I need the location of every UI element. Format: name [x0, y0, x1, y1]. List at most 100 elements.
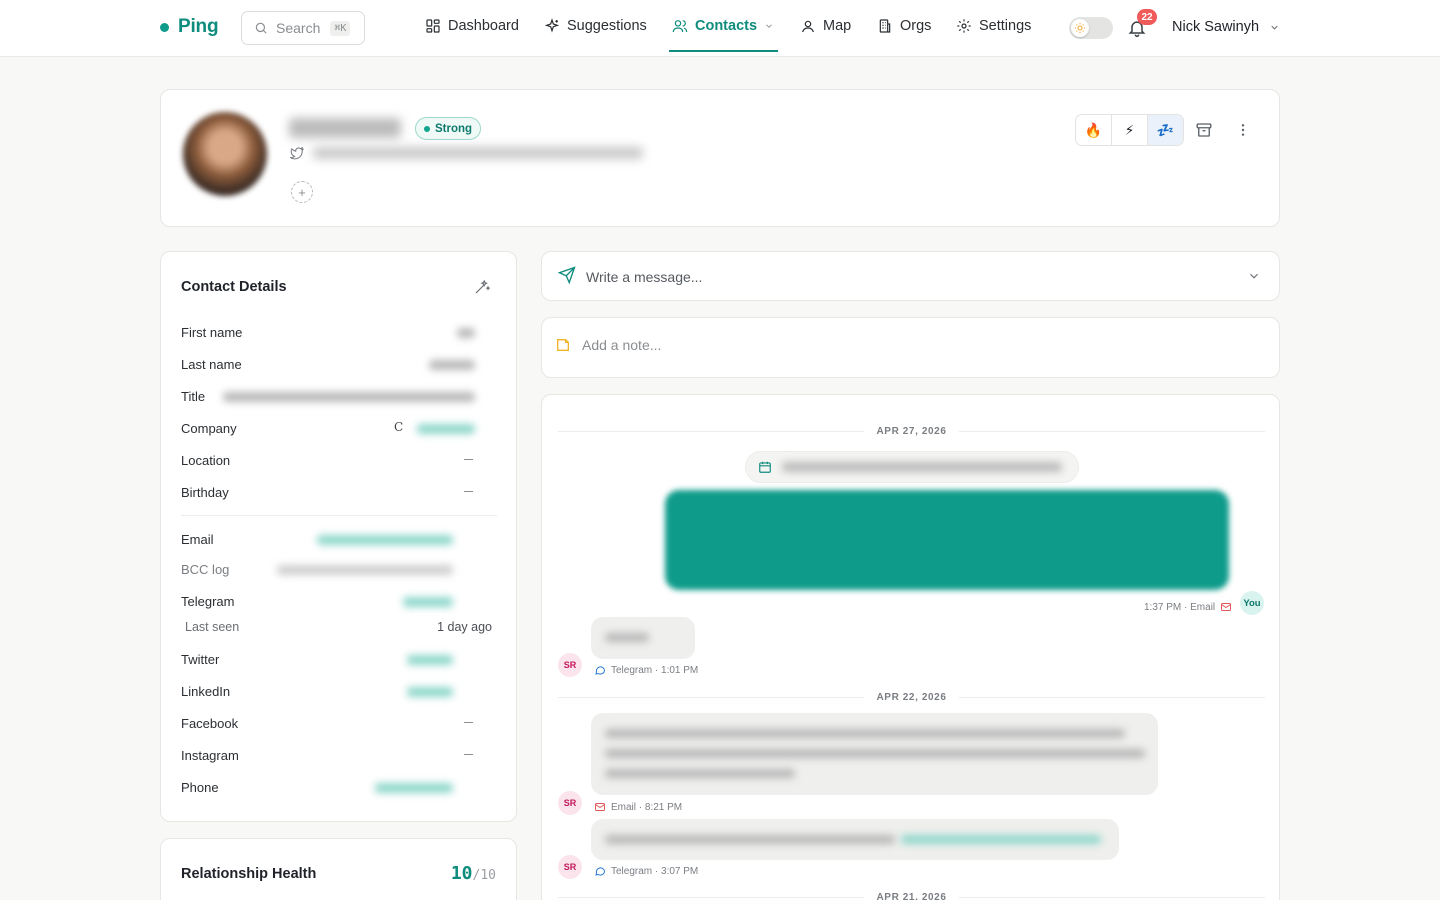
nav-suggestions[interactable]: Suggestions: [544, 18, 647, 34]
message-composer[interactable]: Write a message...: [541, 251, 1280, 301]
email-label: Email: [181, 532, 214, 547]
user-menu[interactable]: Nick Sawinyh: [1172, 19, 1280, 35]
company-logo: C: [394, 420, 404, 434]
app-logo[interactable]: Ping: [160, 16, 219, 38]
sender-avatar: SR: [558, 855, 582, 879]
date-separator: APR 27, 2026: [558, 424, 1265, 438]
facebook-empty[interactable]: [464, 722, 473, 723]
instagram-label: Instagram: [181, 748, 239, 763]
logo-dot: [160, 22, 169, 32]
incoming-message[interactable]: [591, 617, 695, 659]
phone-value[interactable]: [375, 783, 453, 793]
more-options-icon[interactable]: [1235, 121, 1251, 139]
telegram-value[interactable]: [403, 597, 453, 607]
add-tag-button[interactable]: +: [291, 181, 313, 203]
nav-contacts[interactable]: Contacts: [672, 18, 774, 34]
contact-details-title: Contact Details: [181, 279, 287, 295]
calendar-event[interactable]: [745, 451, 1079, 483]
last-seen-value: 1 day ago: [437, 620, 492, 634]
message-meta: Telegram · 3:07 PM: [594, 865, 698, 877]
email-icon: [1221, 603, 1232, 611]
message-meta: Email · 8:21 PM: [594, 801, 682, 813]
twitter-value[interactable]: [407, 655, 453, 665]
outgoing-meta: 1:37 PM · Email: [1144, 601, 1232, 613]
last-seen-label: Last seen: [185, 620, 240, 634]
relationship-health-card: Relationship Health 10 /10: [160, 838, 517, 900]
incoming-message[interactable]: [591, 713, 1158, 795]
birthday-empty[interactable]: [464, 491, 473, 492]
event-title-redacted: [782, 462, 1062, 472]
message-meta-text: Email · 8:21 PM: [611, 801, 683, 813]
date-separator: APR 22, 2026: [558, 690, 1265, 704]
priority-selector: 🔥 ⚡ 💤: [1075, 114, 1184, 146]
nav-orgs-label: Orgs: [900, 18, 932, 34]
date-label: APR 21, 2026: [876, 891, 947, 900]
date-label: APR 27, 2026: [876, 425, 947, 437]
search-input[interactable]: Search ⌘K: [241, 11, 365, 45]
email-icon: [595, 803, 605, 811]
strength-dot: [424, 125, 430, 132]
linkedin-label: LinkedIn: [181, 684, 231, 699]
gear-icon: [957, 19, 971, 33]
note-placeholder: Add a note...: [582, 337, 662, 353]
chat-icon: [595, 867, 606, 876]
priority-hot-button[interactable]: 🔥: [1076, 115, 1112, 145]
relationship-health-title: Relationship Health: [181, 866, 317, 882]
linkedin-value[interactable]: [407, 687, 453, 697]
bcc-log-label: BCC log: [181, 562, 230, 577]
archive-icon[interactable]: [1195, 121, 1213, 139]
sparkle-icon: [544, 18, 560, 33]
chevron-down-icon[interactable]: [1247, 269, 1261, 283]
calendar-icon: [759, 461, 771, 473]
outgoing-meta-text: 1:37 PM · Email: [1144, 601, 1216, 613]
nav-map-label: Map: [823, 18, 852, 34]
magic-wand-icon[interactable]: [473, 278, 491, 296]
bcc-log-value[interactable]: [277, 565, 453, 575]
email-value[interactable]: [317, 535, 453, 545]
nav-dashboard[interactable]: Dashboard: [425, 18, 519, 34]
priority-active-button[interactable]: ⚡: [1112, 115, 1148, 145]
contact-name-redacted: [289, 118, 401, 138]
contact-handle-redacted: [313, 147, 643, 159]
notification-badge: 22: [1137, 9, 1157, 25]
active-tab-indicator: [669, 50, 778, 52]
last-name-value[interactable]: [429, 360, 475, 370]
theme-toggle[interactable]: [1069, 17, 1113, 39]
location-label: Location: [181, 453, 231, 468]
first-name-value[interactable]: [457, 328, 475, 338]
note-icon: [557, 339, 569, 351]
instagram-empty[interactable]: [464, 754, 473, 755]
location-empty[interactable]: [464, 459, 473, 460]
nav-map[interactable]: Map: [800, 18, 851, 34]
contact-header-card: Strong + 🔥 ⚡ 💤: [160, 89, 1280, 227]
nav-settings[interactable]: Settings: [956, 18, 1031, 34]
facebook-label: Facebook: [181, 716, 239, 731]
note-input[interactable]: Add a note...: [541, 317, 1280, 378]
message-meta-text: Telegram · 1:01 PM: [611, 664, 699, 676]
chevron-down-icon: [1271, 25, 1278, 30]
map-pin-icon: [802, 20, 814, 33]
priority-snooze-button[interactable]: 💤: [1148, 115, 1183, 145]
composer-placeholder: Write a message...: [586, 269, 703, 285]
app-name: Ping: [178, 16, 219, 37]
phone-label: Phone: [181, 780, 219, 795]
health-score-max: /10: [472, 868, 496, 883]
details-divider: [181, 515, 497, 516]
outgoing-message[interactable]: [665, 490, 1229, 590]
title-value[interactable]: [223, 392, 475, 402]
sender-avatar: SR: [558, 653, 582, 677]
incoming-message[interactable]: [591, 819, 1119, 860]
nav-dashboard-label: Dashboard: [448, 18, 519, 34]
send-icon: [558, 266, 576, 284]
telegram-label: Telegram: [181, 594, 235, 609]
user-name: Nick Sawinyh: [1172, 19, 1260, 35]
company-value[interactable]: [417, 424, 475, 434]
date-label: APR 22, 2026: [876, 691, 947, 703]
sender-avatar: SR: [558, 791, 582, 815]
chat-icon: [595, 666, 606, 675]
last-name-label: Last name: [181, 357, 242, 372]
nav-suggestions-label: Suggestions: [567, 18, 647, 34]
nav-contacts-label: Contacts: [695, 18, 758, 34]
nav-orgs[interactable]: Orgs: [877, 18, 931, 34]
date-separator: APR 21, 2026: [558, 890, 1265, 900]
